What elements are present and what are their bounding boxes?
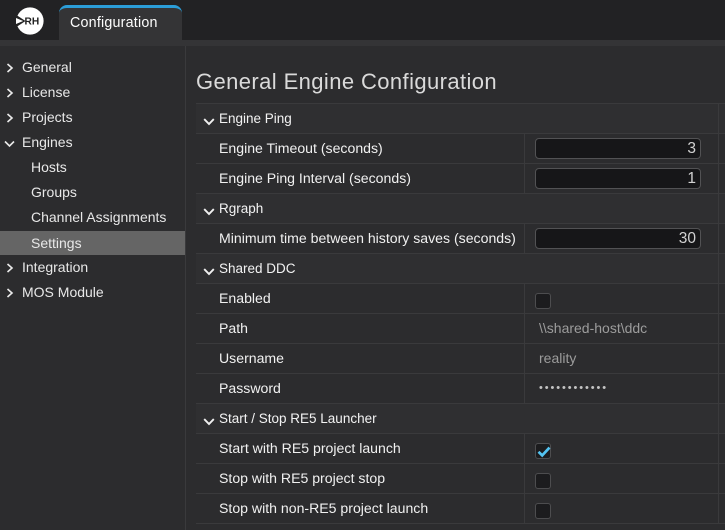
svg-text:RH: RH (25, 17, 40, 28)
